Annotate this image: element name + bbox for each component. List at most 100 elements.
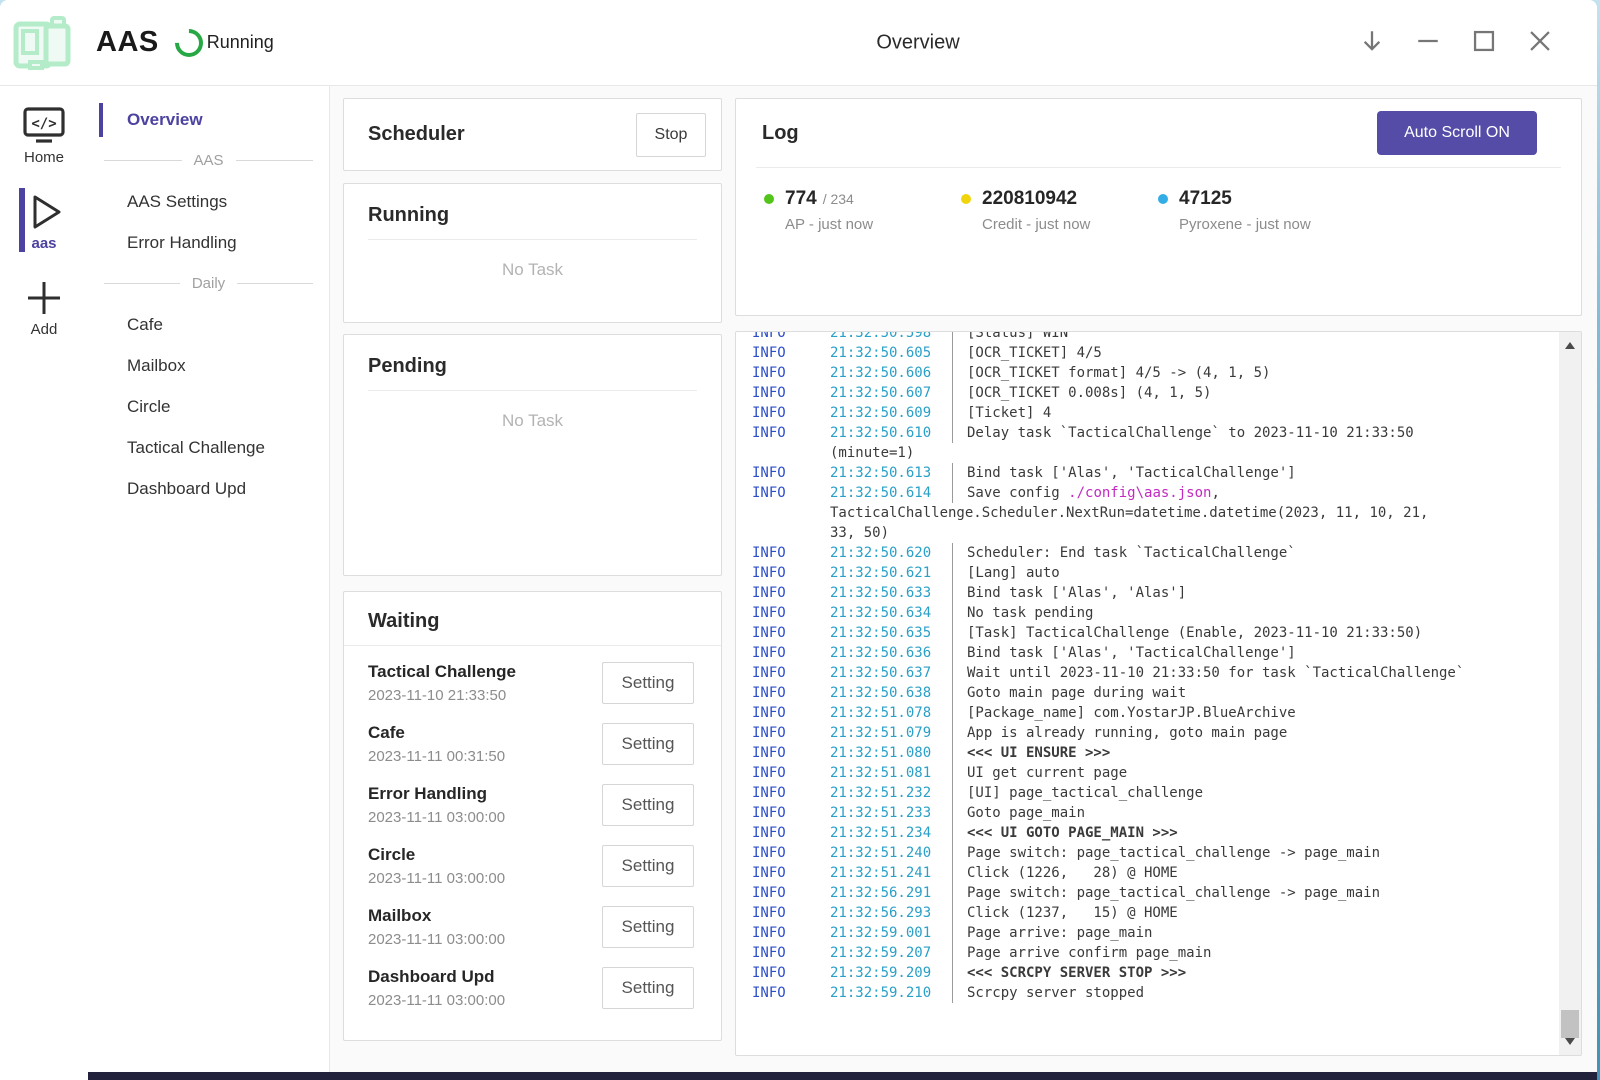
sidebar-item-error-handling[interactable]: Error Handling <box>88 222 329 263</box>
maximize-button[interactable] <box>1471 30 1497 56</box>
log-timestamp: 21:32:59.207 <box>830 943 952 963</box>
log-lines[interactable]: INFO21:32:50.598[Status] WININFO21:32:50… <box>752 331 1559 1055</box>
task-setting-button[interactable]: Setting <box>602 723 694 765</box>
scrollbar-down-arrow-icon[interactable] <box>1565 1038 1575 1045</box>
log-line: INFO21:32:50.598[Status] WIN <box>752 331 1559 343</box>
window-controls <box>1359 0 1553 85</box>
auto-scroll-toggle-button[interactable]: Auto Scroll ON <box>1377 111 1537 155</box>
log-line: INFO21:32:59.210Scrcpy server stopped <box>752 983 1559 1003</box>
log-timestamp: 21:32:50.638 <box>830 683 952 703</box>
running-spinner-icon <box>169 23 209 63</box>
log-level: INFO <box>752 883 830 903</box>
sidebar-item-tactical-challenge[interactable]: Tactical Challenge <box>88 427 329 468</box>
log-timestamp: 21:32:50.614 <box>830 483 952 503</box>
scheduler-card: Scheduler Stop <box>343 98 722 171</box>
sidebar-item-overview[interactable]: Overview <box>88 99 329 140</box>
active-indicator <box>99 349 103 383</box>
log-message: Page switch: page_tactical_challenge -> … <box>952 843 1380 863</box>
divider <box>344 645 721 646</box>
log-timestamp: 21:32:50.636 <box>830 643 952 663</box>
tray-arrow-button[interactable] <box>1359 30 1385 56</box>
waiting-title: Waiting <box>344 610 721 633</box>
log-message: Page arrive confirm page_main <box>952 943 1211 963</box>
running-status-text: Running <box>207 32 274 53</box>
close-button[interactable] <box>1527 30 1553 56</box>
rail-item-label: Home <box>24 149 64 166</box>
log-line: INFO21:32:51.232[UI] page_tactical_chall… <box>752 783 1559 803</box>
sidebar: OverviewAASAAS SettingsError HandlingDai… <box>88 86 330 1072</box>
log-level: INFO <box>752 743 830 763</box>
log-message: [OCR_TICKET format] 4/5 -> (4, 1, 5) <box>952 363 1270 383</box>
log-level: INFO <box>752 483 830 503</box>
waiting-card: Waiting Tactical Challenge2023-11-10 21:… <box>343 591 722 1041</box>
log-level: INFO <box>752 363 830 383</box>
log-level: INFO <box>752 543 830 563</box>
log-scrollbar[interactable] <box>1559 332 1581 1055</box>
log-line: INFO21:32:50.634No task pending <box>752 603 1559 623</box>
sidebar-item-label: AAS Settings <box>127 192 227 212</box>
sidebar-item-dashboard-upd[interactable]: Dashboard Upd <box>88 468 329 509</box>
log-line: INFO21:32:50.605[OCR_TICKET] 4/5 <box>752 343 1559 363</box>
log-line: 33, 50) <box>752 523 1559 543</box>
stop-button[interactable]: Stop <box>636 113 706 157</box>
task-setting-button[interactable]: Setting <box>602 784 694 826</box>
log-level: INFO <box>752 863 830 883</box>
waiting-task-info: Tactical Challenge2023-11-10 21:33:50 <box>368 662 516 704</box>
bottom-bar <box>88 1072 1597 1080</box>
log-title: Log <box>762 122 799 145</box>
sidebar-item-circle[interactable]: Circle <box>88 386 329 427</box>
app-name: AAS <box>96 26 159 59</box>
task-setting-button[interactable]: Setting <box>602 662 694 704</box>
log-line: INFO21:32:50.613Bind task ['Alas', 'Tact… <box>752 463 1559 483</box>
pending-card: Pending No Task <box>343 334 722 576</box>
log-level: INFO <box>752 923 830 943</box>
sidebar-section-label: AAS <box>194 152 224 169</box>
log-message: Page switch: page_tactical_challenge -> … <box>952 883 1380 903</box>
log-line: INFO21:32:51.241Click (1226, 28) @ HOME <box>752 863 1559 883</box>
task-setting-button[interactable]: Setting <box>602 906 694 948</box>
log-level: INFO <box>752 383 830 403</box>
waiting-task-row-cafe: Cafe2023-11-11 00:31:50Setting <box>344 713 721 774</box>
sidebar-item-aas-settings[interactable]: AAS Settings <box>88 181 329 222</box>
log-timestamp: 21:32:50.613 <box>830 463 952 483</box>
add-plus-icon <box>22 277 66 319</box>
log-message: Click (1237, 15) @ HOME <box>952 903 1178 923</box>
log-timestamp: 21:32:51.080 <box>830 743 952 763</box>
log-line: INFO21:32:50.635[Task] TacticalChallenge… <box>752 623 1559 643</box>
rail-item-add[interactable]: Add <box>0 270 88 344</box>
rail-item-home[interactable]: </>Home <box>0 98 88 172</box>
log-header-card: Log Auto Scroll ON 774/ 234AP - just now… <box>735 98 1582 316</box>
waiting-task-row-dashboard-upd: Dashboard Upd2023-11-11 03:00:00Setting <box>344 957 721 1018</box>
log-message: <<< SCRCPY SERVER STOP >>> <box>952 963 1186 983</box>
log-message: [Ticket] 4 <box>952 403 1051 423</box>
task-setting-button[interactable]: Setting <box>602 967 694 1009</box>
close-icon <box>1527 28 1553 57</box>
rail-item-label: aas <box>31 235 56 252</box>
maximize-icon <box>1471 28 1497 57</box>
log-message: Wait until 2023-11-10 21:33:50 for task … <box>952 663 1464 683</box>
resource-stats: 774/ 234AP - just now220810942Credit - j… <box>736 168 1581 233</box>
task-setting-button[interactable]: Setting <box>602 845 694 887</box>
sidebar-section-divider-aas: AAS <box>88 140 329 181</box>
log-timestamp: 21:32:51.232 <box>830 783 952 803</box>
log-level: INFO <box>752 463 830 483</box>
divider <box>368 390 697 391</box>
log-level: INFO <box>752 643 830 663</box>
active-indicator <box>99 431 103 465</box>
log-level: INFO <box>752 963 830 983</box>
scrollbar-thumb[interactable] <box>1561 1010 1579 1038</box>
minimize-button[interactable] <box>1415 30 1441 56</box>
sidebar-item-mailbox[interactable]: Mailbox <box>88 345 329 386</box>
sidebar-item-label: Cafe <box>127 315 163 335</box>
rail-item-aas[interactable]: aas <box>0 184 88 258</box>
log-line: INFO21:32:51.081UI get current page <box>752 763 1559 783</box>
waiting-task-name: Tactical Challenge <box>368 662 516 682</box>
sidebar-item-cafe[interactable]: Cafe <box>88 304 329 345</box>
log-line: INFO21:32:51.233Goto page_main <box>752 803 1559 823</box>
log-line: INFO21:32:50.636Bind task ['Alas', 'Tact… <box>752 643 1559 663</box>
scrollbar-up-arrow-icon[interactable] <box>1565 342 1575 349</box>
waiting-task-next-run: 2023-11-11 03:00:00 <box>368 870 505 887</box>
log-timestamp: 21:32:50.633 <box>830 583 952 603</box>
log-timestamp: 21:32:51.241 <box>830 863 952 883</box>
pending-title: Pending <box>368 355 697 378</box>
